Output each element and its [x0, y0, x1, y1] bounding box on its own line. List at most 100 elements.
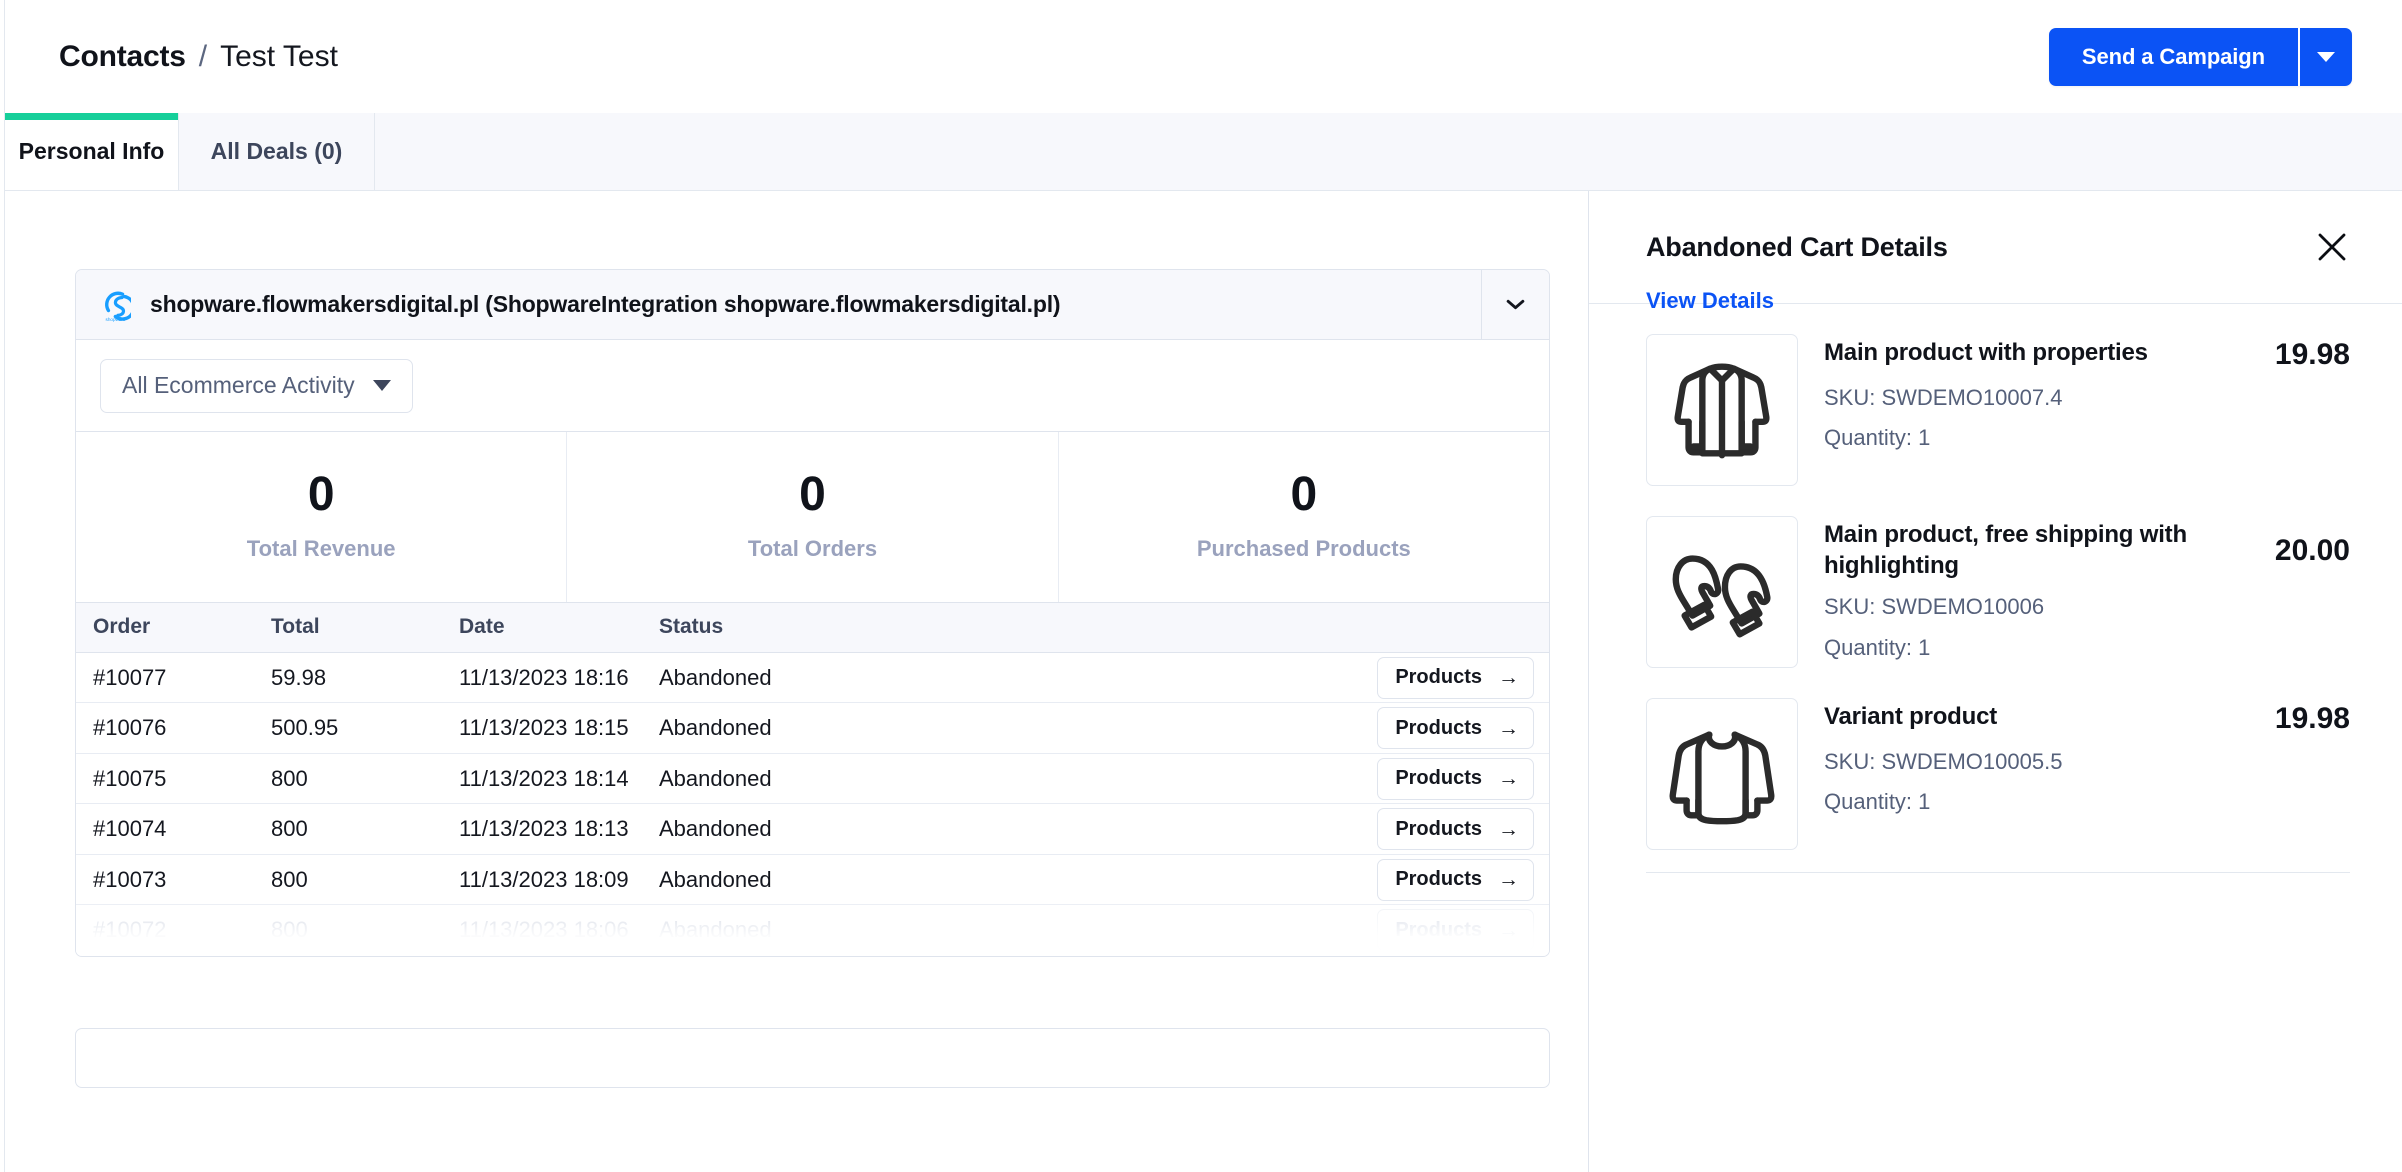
ecommerce-activity-select-label: All Ecommerce Activity: [122, 372, 355, 398]
products-button[interactable]: Products →: [1377, 656, 1534, 699]
product-thumbnail: [1646, 334, 1798, 486]
products-button[interactable]: Products →: [1377, 757, 1534, 800]
product-divider: [1646, 872, 2350, 873]
product-quantity: Quantity: 1: [1824, 789, 1931, 815]
table-row[interactable]: #10074 800 11/13/2023 18:13 Abandoned Produc…: [76, 804, 1549, 855]
integration-card-collapse-button[interactable]: [1481, 270, 1549, 339]
tab-personal-info[interactable]: Personal Info: [5, 113, 179, 190]
breadcrumb-contacts-link[interactable]: Contacts: [59, 40, 186, 74]
cell-total: 500.95: [271, 715, 339, 741]
product-title-row: Main product, free shipping with highlig…: [1824, 520, 2350, 581]
breadcrumb-separator: /: [198, 39, 208, 73]
cell-total: 800: [271, 816, 308, 842]
products-button[interactable]: Products →: [1377, 909, 1534, 952]
stat-purchased-products: 0 Purchased Products: [1059, 432, 1549, 602]
abandoned-cart-panel-body: View Details Main product with propertie…: [1589, 288, 2402, 873]
products-button-label: Products: [1395, 767, 1482, 790]
stat-total-orders-label: Total Orders: [747, 535, 878, 561]
cell-status: Abandoned: [659, 917, 772, 943]
tab-all-deals[interactable]: All Deals (0): [179, 113, 375, 190]
cell-date: 11/13/2023 18:15: [459, 715, 629, 741]
main-content: shopware shopware.flowmakersdigital.pl (…: [5, 191, 1588, 1172]
arrow-right-icon: →: [1498, 817, 1519, 841]
cell-order: #10072: [93, 917, 167, 943]
products-button[interactable]: Products →: [1377, 808, 1534, 851]
product-info: Main product, free shipping with highlig…: [1824, 516, 2350, 668]
cell-actions: Products →: [909, 808, 1549, 851]
table-row[interactable]: #10072 800 11/13/2023 18:06 Abandoned Produc…: [76, 905, 1549, 956]
jacket-icon: [1663, 351, 1781, 469]
stat-purchased-products-value: 0: [1290, 468, 1318, 521]
cell-status: Abandoned: [659, 765, 772, 791]
cell-actions: Products →: [909, 656, 1549, 699]
column-header-status: Status: [659, 615, 724, 639]
chevron-down-icon: [2317, 51, 2335, 62]
product-quantity: Quantity: 1: [1824, 634, 1931, 660]
ecommerce-integration-card: shopware shopware.flowmakersdigital.pl (…: [75, 269, 1550, 957]
activity-filter-row: All Ecommerce Activity: [76, 340, 1549, 432]
cell-order: #10076: [93, 715, 167, 741]
cell-total: 59.98: [271, 664, 327, 690]
close-icon[interactable]: [2314, 229, 2350, 265]
table-row[interactable]: #10076 500.95 11/13/2023 18:15 Abandoned Pro…: [76, 703, 1549, 754]
product-thumbnail: [1646, 698, 1798, 850]
table-row[interactable]: #10075 800 11/13/2023 18:14 Abandoned Produc…: [76, 754, 1549, 805]
product-sku: SKU: SWDEMO10006: [1824, 594, 2045, 620]
stat-total-revenue-label: Total Revenue: [246, 535, 396, 561]
product-title-row: Variant product 19.98: [1824, 702, 2350, 736]
tab-bar: Personal Info All Deals (0): [5, 113, 2402, 191]
cell-date: 11/13/2023 18:06: [459, 917, 629, 943]
mittens-icon: [1663, 533, 1781, 651]
send-campaign-button-group: Send a Campaign: [2048, 27, 2352, 86]
abandoned-cart-panel-title: Abandoned Cart Details: [1646, 231, 1948, 262]
integration-card-header-main: shopware shopware.flowmakersdigital.pl (…: [76, 270, 1481, 339]
send-campaign-button[interactable]: Send a Campaign: [2048, 27, 2298, 86]
cell-order: #10075: [93, 765, 167, 791]
products-button-label: Products: [1395, 817, 1482, 840]
ecommerce-activity-select[interactable]: All Ecommerce Activity: [100, 358, 413, 413]
tab-bar-filler: [375, 113, 2402, 190]
product-quantity: Quantity: 1: [1824, 425, 1931, 451]
arrow-right-icon: →: [1498, 716, 1519, 740]
svg-text:shopware: shopware: [106, 317, 126, 322]
product-price: 19.98: [2274, 702, 2350, 735]
view-details-link[interactable]: View Details: [1646, 288, 1774, 314]
product-info: Main product with properties 19.98 SKU: SW…: [1824, 334, 2350, 486]
cell-actions: Products →: [909, 757, 1549, 800]
product-thumbnail: [1646, 516, 1798, 668]
stat-total-orders-value: 0: [799, 468, 826, 521]
cart-products-list: Main product with properties 19.98 SKU: SW…: [1646, 304, 2350, 873]
next-integration-card-partial: [75, 1028, 1550, 1088]
cell-date: 11/13/2023 18:13: [459, 816, 629, 842]
cart-product-row: Main product, free shipping with highlig…: [1646, 486, 2350, 668]
products-button[interactable]: Products →: [1377, 707, 1534, 750]
arrow-right-icon: →: [1498, 868, 1519, 892]
integration-card-title: shopware.flowmakersdigital.pl (ShopwareI…: [150, 291, 1061, 317]
tab-personal-info-label: Personal Info: [18, 138, 165, 164]
cell-order: #10077: [93, 664, 167, 690]
abandoned-cart-panel: Abandoned Cart Details View Details Main…: [1589, 191, 2402, 1172]
cart-product-item: Main product with properties 19.98 SKU: SW…: [1646, 304, 2350, 486]
table-row[interactable]: #10073 800 11/13/2023 18:09 Abandoned Produc…: [76, 855, 1549, 906]
longsleeve-shirt-icon: [1663, 715, 1781, 833]
arrow-right-icon: →: [1498, 918, 1519, 942]
cell-actions: Products →: [909, 909, 1549, 952]
products-button[interactable]: Products →: [1377, 858, 1534, 901]
stat-total-revenue-value: 0: [307, 468, 335, 521]
cell-date: 11/13/2023 18:14: [459, 765, 629, 791]
breadcrumb: Contacts / Test Test: [59, 40, 338, 74]
products-button-label: Products: [1395, 918, 1482, 941]
cell-actions: Products →: [909, 707, 1549, 750]
contact-detail-page: Contacts / Test Test Send a Campaign Per…: [0, 0, 2402, 1172]
stat-purchased-products-label: Purchased Products: [1196, 535, 1411, 561]
table-row[interactable]: #10077 59.98 11/13/2023 18:16 Abandoned Prod…: [76, 653, 1549, 704]
product-sku: SKU: SWDEMO10007.4: [1824, 385, 2063, 410]
send-campaign-dropdown-button[interactable]: [2298, 27, 2352, 86]
products-button-label: Products: [1395, 868, 1482, 891]
arrow-right-icon: →: [1498, 666, 1519, 690]
product-name: Main product, free shipping with highlig…: [1824, 521, 2187, 579]
cell-order: #10073: [93, 866, 167, 892]
arrow-right-icon: →: [1498, 767, 1519, 791]
shopware-logo-icon: shopware: [100, 288, 131, 322]
column-header-date: Date: [459, 615, 505, 639]
